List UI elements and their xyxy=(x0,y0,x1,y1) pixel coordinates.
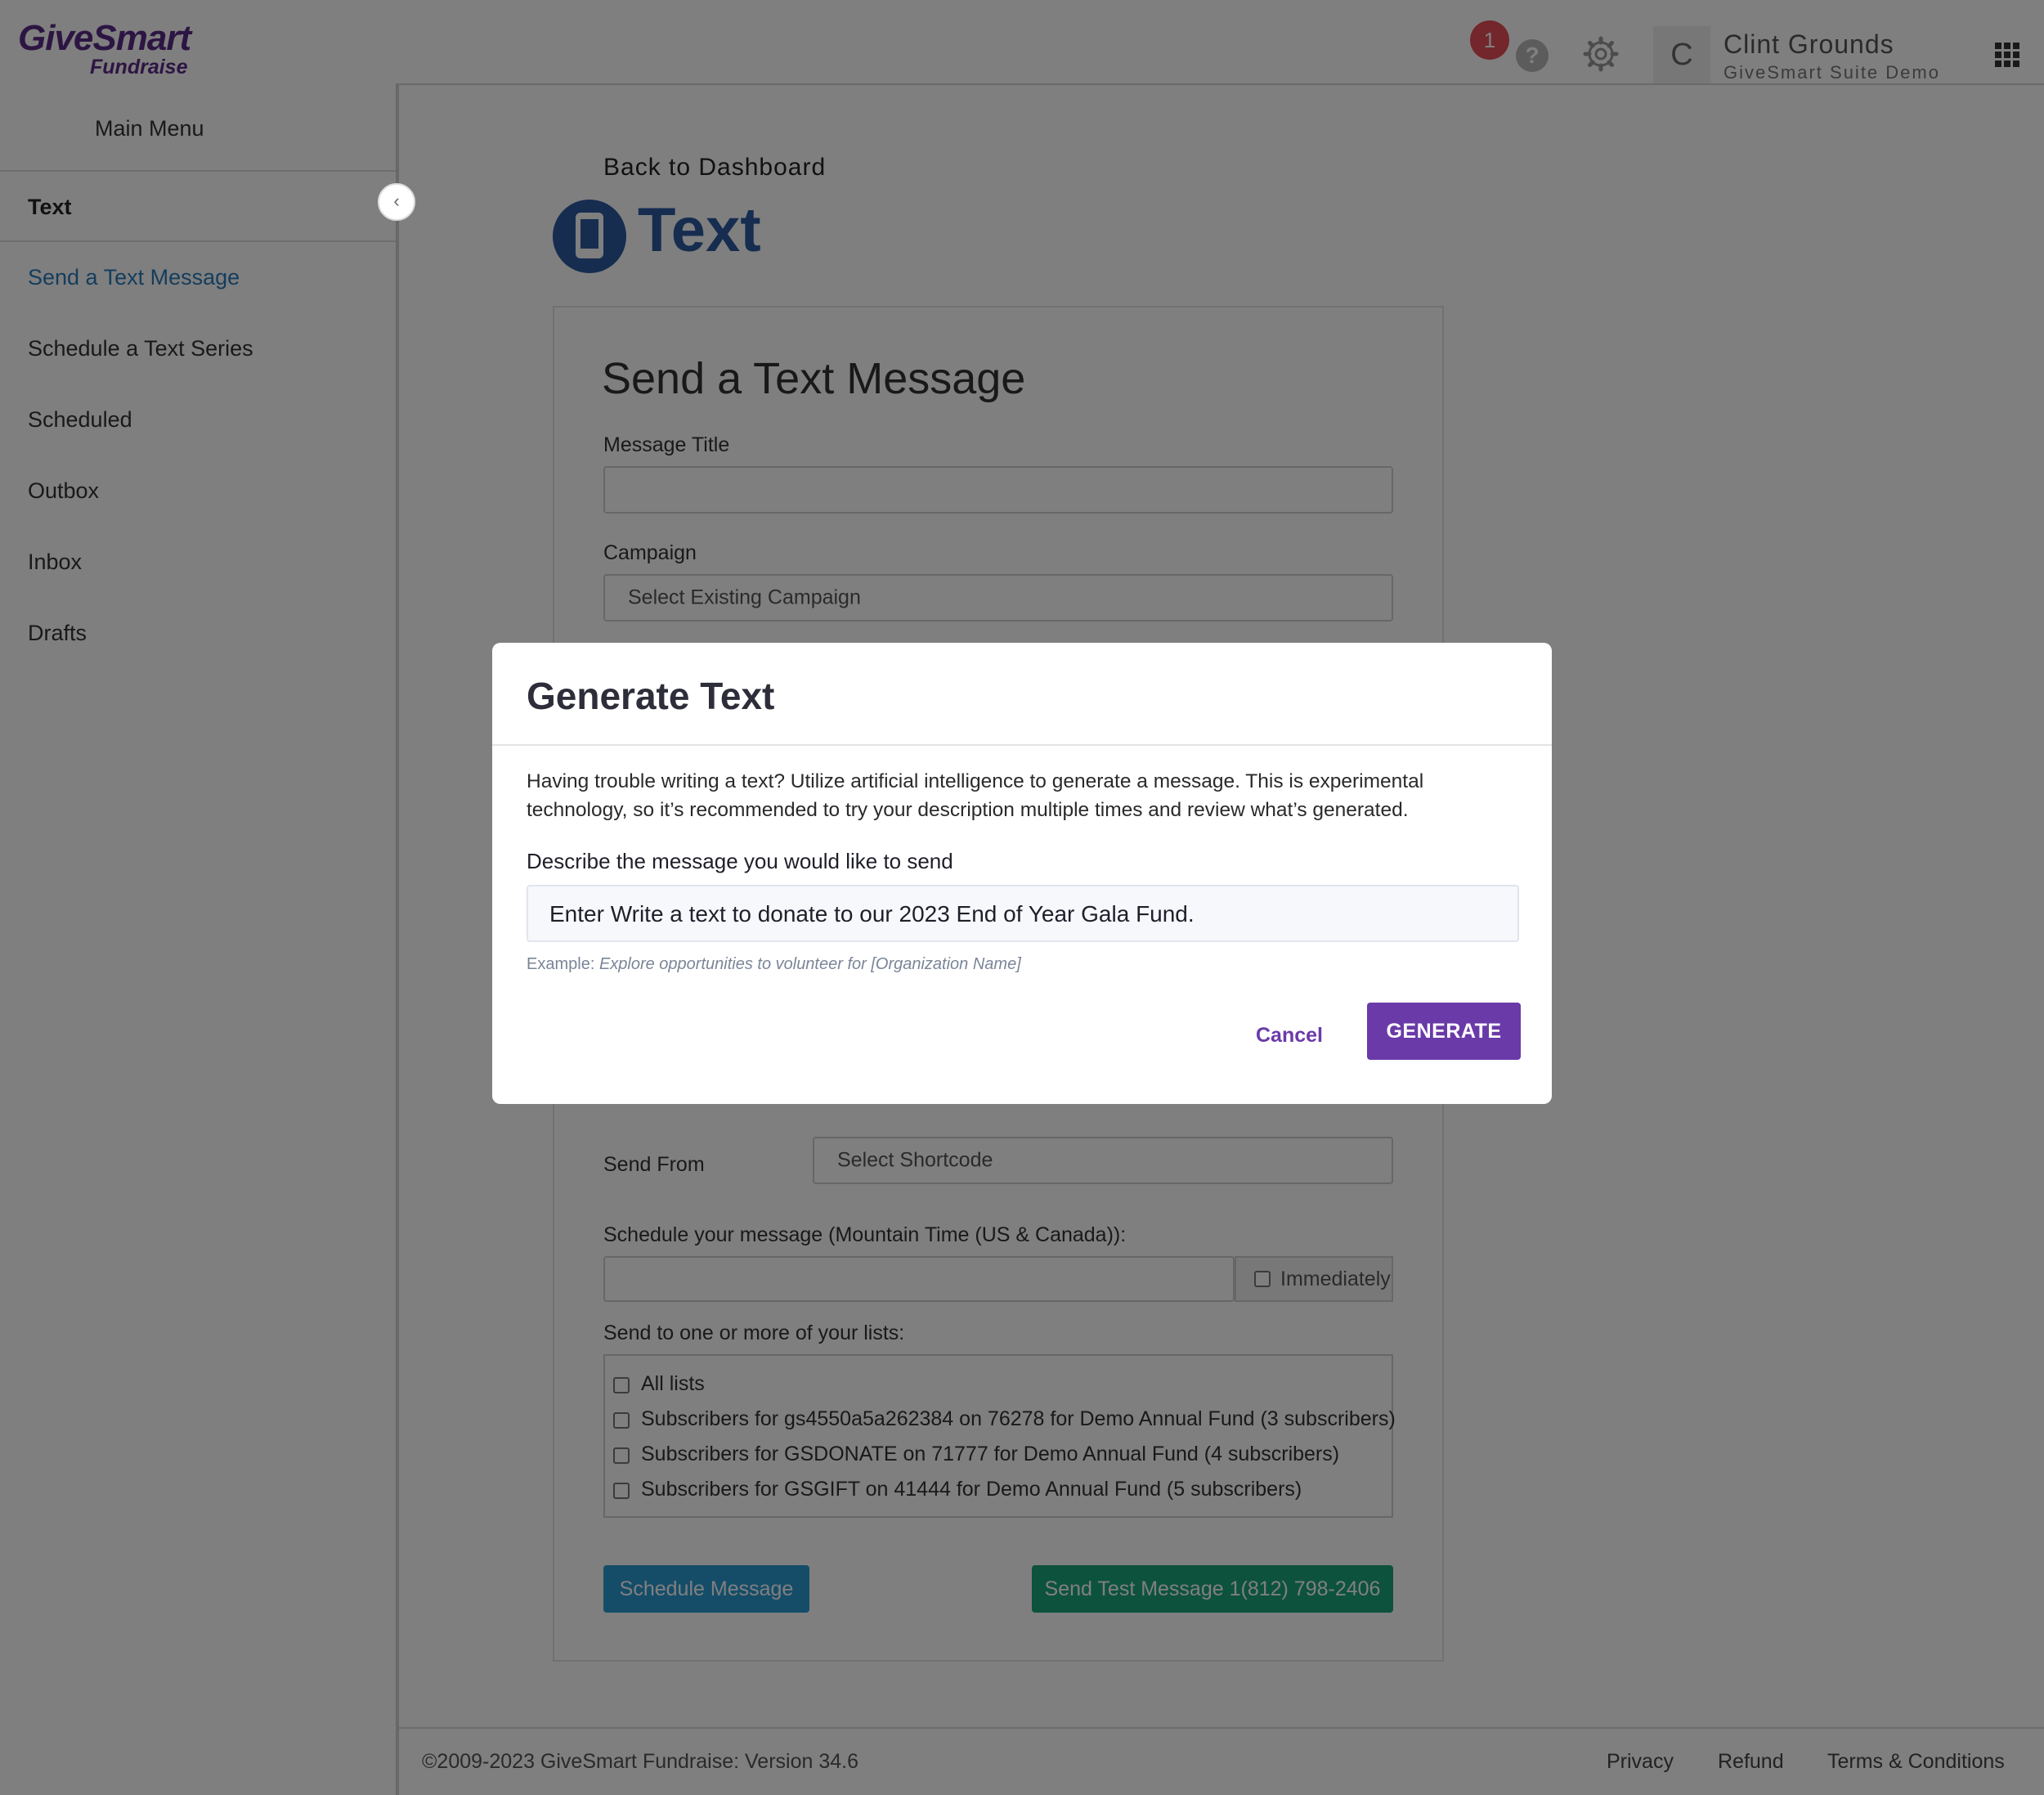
message-description-input[interactable]: Enter Write a text to donate to our 2023… xyxy=(527,885,1519,942)
message-description-value: Enter Write a text to donate to our 2023… xyxy=(549,901,1195,927)
generate-button[interactable]: GENERATE xyxy=(1367,1003,1521,1060)
modal-description: Having trouble writing a text? Utilize a… xyxy=(527,770,1424,821)
modal-title: Generate Text xyxy=(527,675,775,717)
example-hint: Example: Explore opportunities to volunt… xyxy=(527,955,1021,973)
cancel-button[interactable]: Cancel xyxy=(1246,1016,1333,1055)
divider xyxy=(492,744,1552,746)
collapse-sidebar-chevron-icon[interactable]: ‹ xyxy=(378,183,415,221)
generate-text-modal: Generate Text Having trouble writing a t… xyxy=(492,643,1552,1104)
message-description-label: Describe the message you would like to s… xyxy=(527,849,953,873)
